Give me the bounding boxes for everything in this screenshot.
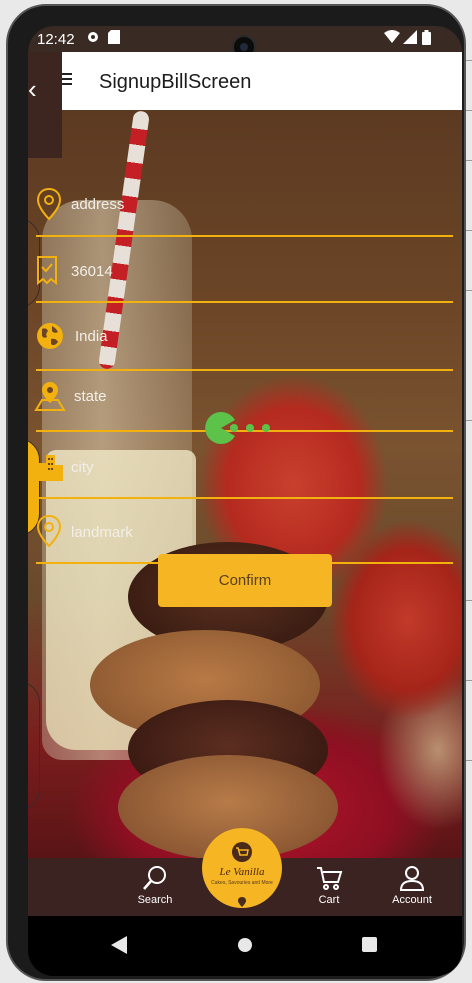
system-navigation-bar	[28, 916, 462, 976]
pincode-value: 36014	[71, 263, 113, 280]
brand-tagline: Cakes, Savouries and More	[211, 880, 273, 886]
field-underline	[36, 235, 453, 237]
cellular-icon	[403, 30, 417, 47]
background-photo	[28, 110, 462, 858]
address-value: address	[71, 196, 125, 213]
city-buildings-icon	[36, 451, 64, 483]
status-time: 12:42	[37, 31, 75, 48]
sd-card-icon	[108, 30, 120, 47]
confirm-button[interactable]: Confirm	[158, 554, 332, 607]
system-home-icon[interactable]	[237, 936, 253, 959]
nav-label-search: Search	[137, 894, 173, 906]
side-decoration	[28, 681, 40, 811]
nav-item-account[interactable]: Account	[377, 864, 447, 906]
system-recents-icon[interactable]	[362, 936, 378, 959]
brand-name: Le Vanilla	[219, 866, 265, 878]
location-pin-icon	[36, 187, 64, 221]
field-underline	[36, 497, 453, 499]
back-button[interactable]: ‹	[28, 52, 62, 158]
nav-label-cart: Cart	[318, 894, 340, 906]
location-pin-icon	[36, 514, 64, 548]
loading-indicator	[204, 411, 274, 445]
field-underline	[36, 301, 453, 303]
page-title: SignupBillScreen	[99, 71, 252, 93]
country-value: India	[75, 328, 108, 345]
map-pin-icon	[34, 380, 66, 412]
cart-logo-icon	[232, 842, 252, 867]
nav-label-account: Account	[392, 894, 432, 906]
app-bar: SignupBillScreen	[28, 52, 462, 110]
receipt-icon	[36, 255, 64, 287]
home-logo-button[interactable]: Le Vanilla Cakes, Savouries and More	[202, 828, 282, 908]
state-value: state	[74, 388, 107, 405]
nav-item-search[interactable]: Search	[120, 864, 190, 906]
nav-item-cart[interactable]: Cart	[294, 864, 364, 906]
wifi-icon	[384, 30, 400, 47]
globe-icon	[36, 322, 64, 354]
field-underline	[36, 369, 453, 371]
phone-frame: 12:42 SignupBillScreen ‹ address 36014 I…	[6, 4, 466, 981]
phone-screen: 12:42 SignupBillScreen ‹ address 36014 I…	[28, 26, 462, 976]
battery-icon	[422, 30, 431, 48]
search-icon	[120, 864, 190, 892]
back-arrow-icon: ‹	[28, 74, 37, 104]
location-dot-icon	[238, 894, 246, 912]
landmark-value: landmark	[71, 524, 133, 541]
gear-icon	[86, 30, 100, 47]
system-back-icon[interactable]	[111, 936, 127, 959]
city-value: city	[71, 459, 94, 476]
account-icon	[377, 864, 447, 892]
cart-icon	[294, 864, 364, 892]
